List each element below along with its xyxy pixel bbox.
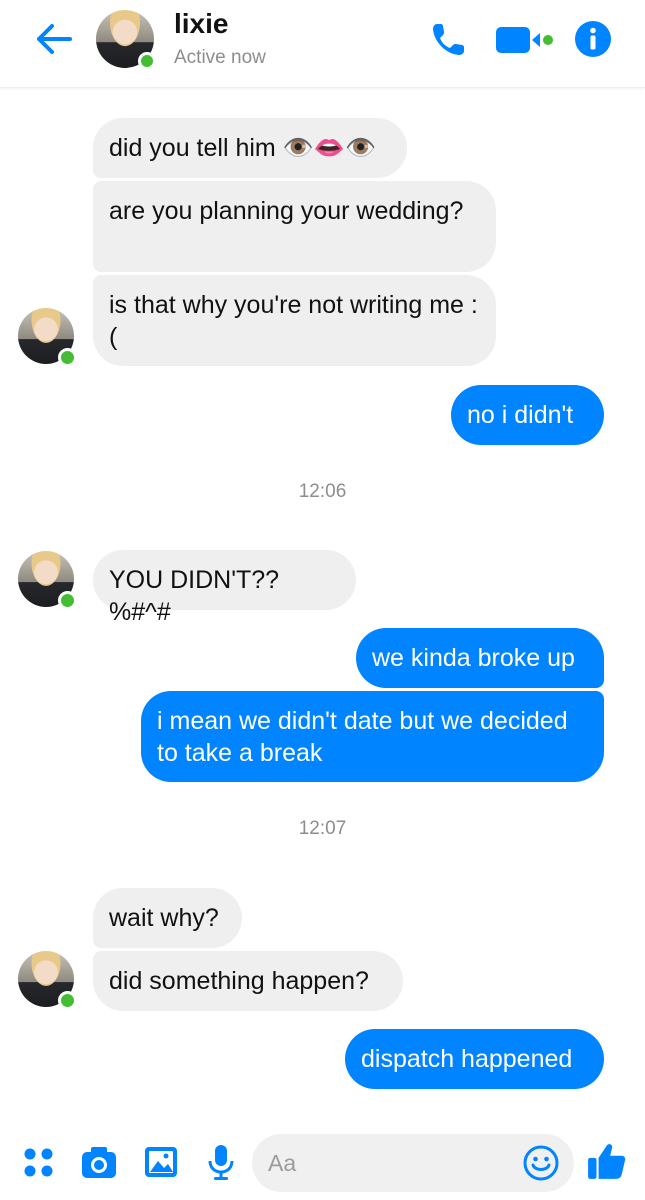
sender-avatar[interactable] bbox=[18, 308, 77, 367]
timestamp: 12:07 bbox=[298, 818, 347, 839]
active-status-dot bbox=[58, 991, 77, 1010]
message-bubble-incoming[interactable]: are you planning your wedding? bbox=[93, 181, 496, 272]
contact-name[interactable]: lixie bbox=[174, 8, 228, 40]
message-composer: Aa bbox=[0, 1128, 645, 1200]
contact-avatar[interactable] bbox=[96, 10, 156, 70]
microphone-icon[interactable] bbox=[202, 1142, 240, 1182]
message-bubble-incoming[interactable]: YOU DIDN'T??%#^# bbox=[93, 550, 356, 626]
input-placeholder: Aa bbox=[268, 1150, 297, 1176]
sender-avatar[interactable] bbox=[18, 951, 77, 1010]
message-bubble-outgoing[interactable]: dispatch happened bbox=[345, 1029, 604, 1089]
active-status-dot bbox=[138, 52, 156, 70]
active-status-dot bbox=[58, 591, 77, 610]
message-bubble-incoming[interactable]: did you tell him 👁️👄👁️ bbox=[93, 118, 407, 178]
timestamp: 12:06 bbox=[298, 481, 347, 502]
info-icon[interactable] bbox=[574, 20, 612, 58]
message-bubble-incoming[interactable]: did something happen? bbox=[93, 951, 403, 1011]
phone-icon[interactable] bbox=[428, 20, 468, 60]
message-input[interactable]: Aa bbox=[252, 1134, 574, 1192]
thumbs-up-icon[interactable] bbox=[586, 1140, 628, 1182]
message-bubble-outgoing[interactable]: no i didn't bbox=[451, 385, 604, 445]
camera-icon[interactable] bbox=[80, 1142, 118, 1182]
message-bubble-incoming[interactable]: wait why? bbox=[93, 888, 242, 948]
conversation-header: lixie Active now bbox=[0, 0, 645, 88]
active-status-dot bbox=[58, 348, 77, 367]
emoji-icon[interactable] bbox=[522, 1144, 560, 1182]
message-bubble-incoming[interactable]: is that why you're not writing me :( bbox=[93, 275, 496, 366]
gallery-icon[interactable] bbox=[142, 1142, 180, 1182]
apps-grid-icon[interactable] bbox=[20, 1142, 58, 1182]
sender-avatar[interactable] bbox=[18, 551, 77, 610]
video-camera-icon[interactable] bbox=[494, 20, 556, 60]
message-bubble-outgoing[interactable]: we kinda broke up bbox=[356, 628, 604, 688]
back-arrow-icon[interactable] bbox=[34, 22, 74, 56]
active-status-text: Active now bbox=[174, 47, 266, 68]
message-bubble-outgoing[interactable]: i mean we didn't date but we decided to … bbox=[141, 691, 604, 782]
